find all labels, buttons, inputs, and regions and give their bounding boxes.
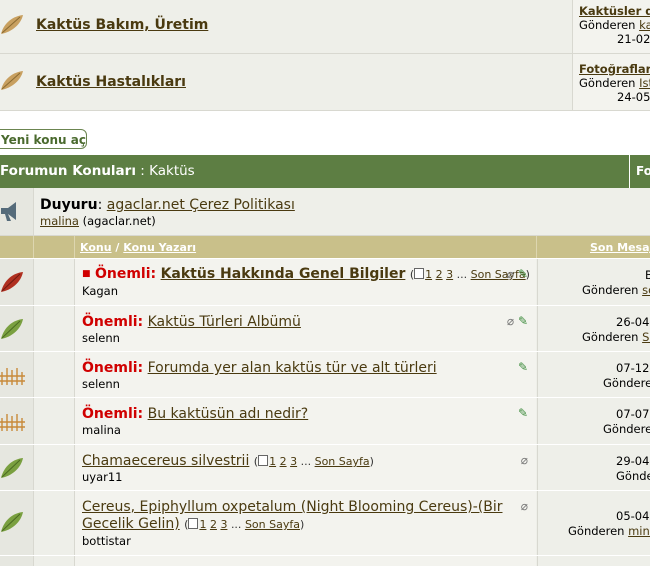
topic-row: Önemli: Bu kaktüsün adı nedir? malina ✎ … (0, 398, 650, 445)
leaf-icon (0, 0, 30, 53)
category-link-bakim[interactable]: Kaktüs Bakım, Üretim (36, 17, 208, 33)
topic-pages: (1 2 3 ... Son Sayfa) (253, 455, 374, 468)
sort-topic-link[interactable]: Konu (80, 241, 112, 254)
last-page-link[interactable]: Son Sayfa (245, 518, 300, 531)
sort-author-link[interactable]: Konu Yazarı (123, 241, 196, 254)
topic-last-post: 26-04- Gönderen Se (537, 306, 650, 351)
topic-last-post: 07-12- Gönderer (537, 352, 650, 397)
last-post-user[interactable]: so (642, 283, 650, 297)
topic-author: Kagan (82, 284, 119, 298)
last-post-user[interactable]: Ist (639, 76, 650, 90)
sticky-pin-icon: ✎ (517, 360, 528, 374)
forum-topics-label: Forumun Konuları (0, 163, 136, 179)
pages-icon (258, 455, 269, 466)
leaf-icon (0, 54, 30, 110)
attachment-icon: ⌀ (506, 314, 515, 328)
topic-author: malina (82, 423, 121, 437)
topic-row: Cereus, Epiphyllum oxpetalum (Night Bloo… (0, 491, 650, 556)
announcement-link[interactable]: agaclar.net Çerez Politikası (107, 197, 295, 213)
last-post-date: 24-05 (617, 90, 650, 104)
last-post-date: 21-02 (617, 32, 650, 46)
last-post-title[interactable]: Kaktüsler dav (579, 4, 650, 18)
topic-last-post: 07-07 Gönderer (537, 398, 650, 444)
topic-row: ■ Önemli: Kaktüs Hakkında Genel Bilgiler… (0, 259, 650, 306)
sort-last-post-link[interactable]: Son Mesaj (590, 241, 650, 254)
last-post-by: Gönderen (579, 76, 636, 90)
topic-status-icon (0, 352, 34, 397)
category-link-hastaliklari[interactable]: Kaktüs Hastalıkları (36, 74, 186, 90)
sticky-pin-icon: ✎ (517, 314, 528, 328)
last-page-link[interactable]: Son Sayfa (315, 455, 370, 468)
hot-marker-icon: ■ (82, 269, 91, 279)
topic-title[interactable]: Chamaecereus silvestrii (82, 453, 249, 469)
topic-author: bottistar (82, 534, 131, 548)
last-post-by: Gönderen (579, 18, 636, 32)
topic-last-post: 05-04 Gönderen mini (537, 491, 650, 555)
sticky-pin-icon: ✎ (517, 267, 528, 281)
topic-title[interactable]: Bu kaktüsün adı nedir? (148, 406, 309, 422)
topic-status-icon (0, 445, 34, 490)
forum-name: Kaktüs (149, 163, 195, 179)
forum-topics-bar: Forumun Konuları : Kaktüs Fo (0, 155, 650, 188)
topic-author: selenn (82, 377, 120, 391)
topic-last-post: B Gönderen so (537, 259, 650, 305)
last-post-title[interactable]: Fotoğraflarla (579, 62, 650, 76)
topic-status-icon (0, 306, 34, 351)
topic-status-icon (0, 259, 34, 305)
topic-title-continued[interactable]: Gecelik Gelin) (82, 516, 180, 532)
topic-author: selenn (82, 331, 120, 345)
topic-last-post: 29-04- Gönde (537, 445, 650, 490)
topic-status-icon (0, 398, 34, 444)
divider (629, 155, 630, 188)
announcement-row: Duyuru: agaclar.net Çerez Politikası mal… (0, 188, 650, 236)
sticky-pin-icon: ✎ (517, 406, 528, 420)
category-row: Kaktüs Hastalıkları Fotoğraflarla Gönder… (0, 54, 650, 111)
topic-title[interactable]: Kaktüs Hakkında Genel Bilgiler (161, 266, 406, 282)
attachment-icon: ⌀ (506, 267, 515, 281)
topic-pages: (1 2 3 ... Son Sayfa) (184, 518, 305, 531)
category-last-post: Kaktüsler dav Gönderen ka 21-02 (572, 0, 650, 53)
topic-author: uyar11 (82, 470, 123, 484)
topic-status-icon (0, 491, 34, 555)
topic-row-partial (0, 556, 650, 567)
new-topic-button[interactable]: Yeni konu aç (0, 129, 87, 149)
attachment-icon: ⌀ (520, 453, 528, 467)
category-row: Kaktüs Bakım, Üretim Kaktüsler dav Gönde… (0, 0, 650, 54)
pages-icon (414, 268, 425, 279)
last-post-user[interactable]: Se (642, 330, 650, 344)
announcement-author[interactable]: malina (40, 214, 79, 228)
topic-title[interactable]: Forumda yer alan kaktüs tür ve alt türle… (148, 360, 437, 376)
attachment-icon: ⌀ (520, 499, 528, 513)
category-last-post: Fotoğraflarla Gönderen Ist 24-05 (572, 54, 650, 110)
pages-icon (188, 518, 199, 529)
last-post-user[interactable]: mini (628, 524, 650, 538)
topic-title[interactable]: Cereus, Epiphyllum oxpetalum (Night Bloo… (82, 499, 503, 515)
forum-tools-label[interactable]: Fo (636, 155, 650, 188)
last-post-user[interactable]: ka (639, 18, 650, 32)
topic-title[interactable]: Kaktüs Türleri Albümü (148, 314, 301, 330)
topic-row: Önemli: Forumda yer alan kaktüs tür ve a… (0, 352, 650, 398)
topic-row: Önemli: Kaktüs Türleri Albümü selenn ⌀ ✎… (0, 306, 650, 352)
topic-table-header: Konu / Konu Yazarı Son Mesaj (0, 236, 650, 258)
announcement-icon (0, 188, 34, 235)
topic-row: Chamaecereus silvestrii (1 2 3 ... Son S… (0, 445, 650, 491)
announcement-label: Duyuru (40, 197, 98, 213)
